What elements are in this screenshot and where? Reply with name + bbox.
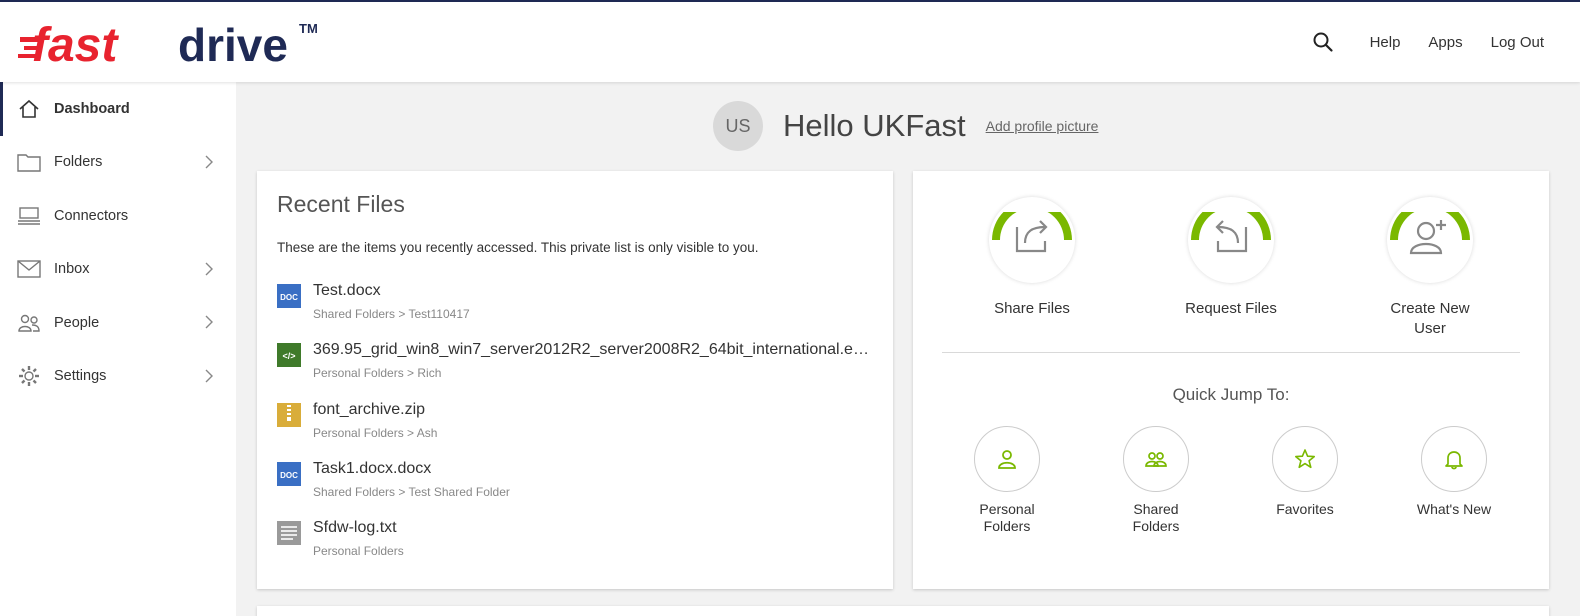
- folder-icon: [16, 151, 42, 173]
- star-icon: [1295, 449, 1315, 469]
- search-icon[interactable]: [1312, 31, 1334, 53]
- file-path: Shared Folders > Test Shared Folder: [313, 485, 510, 499]
- sidebar-item-folders[interactable]: Folders: [0, 136, 236, 190]
- sidebar-item-settings[interactable]: Settings: [0, 350, 236, 404]
- sidebar-item-label: People: [54, 314, 100, 331]
- logout-link[interactable]: Log Out: [1491, 34, 1544, 51]
- share-files-label: Share Files: [994, 300, 1070, 317]
- bell-icon: [1445, 451, 1463, 470]
- quick-jump-personal-folders[interactable]: Personal Folders: [942, 426, 1072, 535]
- quick-jump-favorites[interactable]: Favorites: [1240, 426, 1370, 518]
- logo-graphic: fast drive TM: [18, 19, 318, 72]
- quick-jump-label: Favorites: [1276, 501, 1334, 517]
- quick-jump-title: Quick Jump To:: [1172, 385, 1290, 404]
- request-files-button[interactable]: Request Files: [1141, 197, 1321, 319]
- quick-jump-circle: [974, 426, 1040, 492]
- add-user-icon: [1390, 200, 1470, 255]
- quick-jump-circle: [1123, 426, 1189, 492]
- header-nav: Help Apps Log Out: [1312, 2, 1544, 82]
- logo-drive-text: drive: [178, 19, 288, 71]
- sidebar-item-dashboard[interactable]: Dashboard: [0, 82, 236, 136]
- file-path: Personal Folders > Rich: [313, 366, 442, 380]
- actions-card: Share Files Request Files Create New Use…: [913, 171, 1549, 589]
- create-new-user-label: Create New User: [1390, 300, 1470, 337]
- quick-jump-label: Shared Folders: [1132, 501, 1180, 534]
- list-item[interactable]: </> 369.95_grid_win8_win7_server2012R2_s…: [277, 341, 877, 387]
- sidebar-item-label: Folders: [54, 154, 103, 171]
- quick-jump-circle: [1272, 426, 1338, 492]
- logo-trademark: TM: [299, 21, 318, 36]
- mail-icon: [16, 258, 42, 280]
- list-item[interactable]: font_archive.zip Personal Folders > Ash: [277, 401, 877, 447]
- quick-jump-circle: [1421, 426, 1487, 492]
- chevron-right-icon: [205, 315, 213, 329]
- file-name[interactable]: Sfdw-log.txt: [313, 519, 397, 537]
- divider: [942, 352, 1520, 353]
- svg-text:DOC: DOC: [280, 293, 298, 302]
- request-icon: [1191, 200, 1271, 253]
- sidebar: Dashboard Folders Connectors Inbox Peopl…: [0, 82, 236, 616]
- zip-icon: [277, 403, 301, 427]
- avatar[interactable]: US: [713, 101, 763, 151]
- fastdrive-logo[interactable]: fast drive TM: [18, 12, 328, 72]
- list-item[interactable]: Sfdw-log.txt Personal Folders: [277, 519, 877, 565]
- request-files-circle: [1188, 197, 1274, 283]
- connector-icon: [16, 205, 42, 227]
- quick-jump-label: Personal Folders: [979, 501, 1035, 534]
- page-title: Hello UKFast: [783, 108, 966, 143]
- gear-icon: [16, 365, 42, 387]
- top-header: fast drive TM Help Apps Log Out: [0, 2, 1580, 82]
- text-file-icon: [277, 521, 301, 545]
- svg-text:</>: </>: [282, 351, 295, 361]
- list-item[interactable]: DOC Test.docx Shared Folders > Test11041…: [277, 282, 877, 328]
- quick-jump-shared-folders[interactable]: Shared Folders: [1091, 426, 1221, 535]
- sidebar-item-label: Connectors: [54, 207, 129, 224]
- create-new-user-button[interactable]: Create New User: [1340, 197, 1520, 339]
- apps-link[interactable]: Apps: [1428, 34, 1462, 51]
- file-name[interactable]: Task1.docx.docx: [313, 460, 431, 478]
- recent-files-description: These are the items you recently accesse…: [277, 240, 759, 255]
- share-files-button[interactable]: Share Files: [942, 197, 1122, 319]
- recent-files-title: Recent Files: [277, 191, 405, 217]
- file-path: Personal Folders: [313, 544, 404, 558]
- file-path: Shared Folders > Test110417: [313, 307, 470, 321]
- people-icon: [16, 312, 42, 334]
- list-item[interactable]: DOC Task1.docx.docx Shared Folders > Tes…: [277, 460, 877, 506]
- sidebar-item-label: Dashboard: [54, 100, 130, 117]
- code-icon: </>: [277, 343, 301, 367]
- sidebar-item-people[interactable]: People: [0, 296, 236, 350]
- file-path: Personal Folders > Ash: [313, 426, 438, 440]
- sidebar-item-label: Inbox: [54, 261, 90, 278]
- file-name[interactable]: Test.docx: [313, 282, 381, 300]
- chevron-right-icon: [205, 155, 213, 168]
- quick-jump-label: What's New: [1416, 501, 1492, 517]
- group-icon: [1145, 452, 1167, 467]
- person-icon: [998, 450, 1016, 469]
- share-icon: [992, 200, 1072, 253]
- sidebar-item-label: Settings: [54, 368, 107, 385]
- next-card-edge: [257, 606, 1549, 616]
- sidebar-item-inbox[interactable]: Inbox: [0, 243, 236, 297]
- request-files-label: Request Files: [1185, 300, 1277, 317]
- file-name[interactable]: font_archive.zip: [313, 401, 425, 419]
- home-icon: [16, 98, 42, 120]
- recent-files-card: Recent Files These are the items you rec…: [257, 171, 893, 589]
- sidebar-item-connectors[interactable]: Connectors: [0, 189, 236, 243]
- file-name[interactable]: 369.95_grid_win8_win7_server2012R2_serve…: [313, 341, 873, 359]
- create-user-circle: [1387, 197, 1473, 283]
- doc-icon: DOC: [277, 462, 301, 486]
- help-link[interactable]: Help: [1370, 34, 1401, 51]
- svg-text:DOC: DOC: [280, 471, 298, 480]
- quick-jump-whats-new[interactable]: What's New: [1389, 426, 1519, 518]
- profile-greeting: US Hello UKFast Add profile picture: [713, 100, 1098, 152]
- chevron-right-icon: [205, 262, 213, 275]
- share-files-circle: [989, 197, 1075, 283]
- add-profile-picture-link[interactable]: Add profile picture: [986, 118, 1099, 134]
- doc-icon: DOC: [277, 284, 301, 308]
- chevron-right-icon: [205, 369, 213, 382]
- logo-fast-text: fast: [32, 19, 119, 72]
